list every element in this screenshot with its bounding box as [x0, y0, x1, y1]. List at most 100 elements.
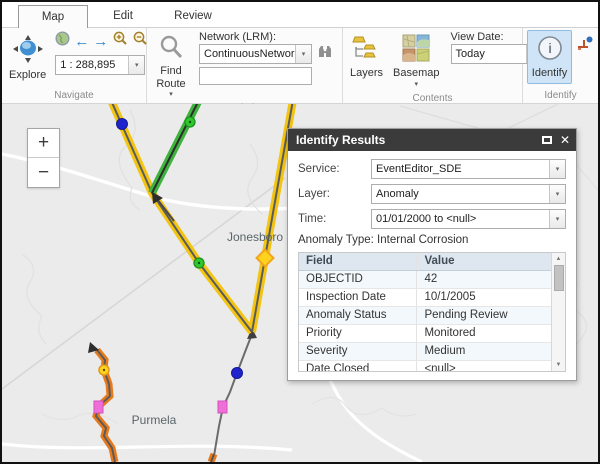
route-highlight-line[interactable] — [110, 104, 293, 332]
time-row: Time: 01/01/2000 to <null> ▾ — [298, 209, 566, 229]
map-zoom-in-button[interactable]: + — [28, 129, 59, 158]
table-row[interactable]: Anomaly Status Pending Review — [299, 307, 551, 325]
identify-results-title: Identify Results — [296, 133, 385, 147]
navigate-group-label: Navigate — [4, 89, 144, 103]
svg-text:i: i — [548, 40, 551, 56]
identify-i-icon: i — [536, 34, 564, 65]
field-cell: Inspection Date — [299, 289, 417, 306]
previous-extent-icon[interactable]: ← — [74, 34, 89, 49]
value-cell: Pending Review — [417, 307, 551, 324]
identify-results-titlebar[interactable]: Identify Results ✕ — [288, 129, 576, 151]
service-label: Service: — [298, 163, 371, 175]
ribbon-group-contents: Layers — [343, 28, 523, 103]
ribbon: Explore ← → — [2, 28, 598, 104]
map-scale-value: 1 : 288,895 — [56, 59, 128, 71]
table-row[interactable]: OBJECTID 42 — [299, 271, 551, 289]
full-extent-globe-icon[interactable] — [55, 31, 70, 51]
network-combobox[interactable]: ContinuousNetwork ▾ — [199, 44, 312, 64]
blue-point-marker[interactable] — [232, 368, 243, 379]
chevron-down-icon[interactable]: ▾ — [128, 56, 144, 74]
explore-button[interactable]: Explore — [4, 30, 51, 86]
ribbon-group-find: Find Route ▾ Network (LRM): ContinuousNe… — [147, 28, 343, 103]
tab-edit[interactable]: Edit — [88, 5, 158, 27]
value-cell: <null> — [417, 361, 551, 372]
tab-map[interactable]: Map — [18, 5, 88, 28]
chevron-down-icon: ▾ — [169, 91, 173, 98]
map-zoom-control: + − — [27, 128, 60, 188]
layer-value: Anomaly — [372, 188, 549, 200]
table-row[interactable]: Date Closed <null> — [299, 361, 551, 372]
maximize-icon[interactable] — [542, 136, 552, 144]
anomaly-type-text: Anomaly Type: Internal Corrosion — [298, 234, 566, 246]
ribbon-tabbar: Map Edit Review — [2, 2, 598, 28]
time-label: Time: — [298, 213, 371, 225]
table-row[interactable]: Severity Medium — [299, 343, 551, 361]
zoom-in-icon[interactable] — [112, 31, 128, 52]
attributes-table-header: Field Value — [299, 253, 551, 271]
zoom-out-icon[interactable] — [132, 31, 148, 52]
chevron-down-icon[interactable]: ▾ — [549, 210, 565, 228]
table-row[interactable]: Inspection Date 10/1/2005 — [299, 289, 551, 307]
yellow-point-marker[interactable] — [99, 365, 109, 375]
find-route-button[interactable]: Find Route ▾ — [149, 30, 193, 102]
pink-point-marker[interactable] — [94, 401, 103, 413]
field-column-header: Field — [299, 253, 417, 270]
blue-point-marker[interactable] — [117, 119, 128, 130]
map-scale-combobox[interactable]: 1 : 288,895 ▾ — [55, 55, 145, 75]
scroll-up-icon[interactable]: ▲ — [556, 253, 562, 265]
service-row: Service: EventEditor_SDE ▾ — [298, 159, 566, 179]
ribbon-group-identify: i Identify Identify — [523, 28, 598, 103]
green-point-marker[interactable] — [194, 258, 204, 268]
chevron-down-icon[interactable]: ▾ — [549, 185, 565, 203]
basemap-button[interactable]: Basemap ▾ — [388, 30, 444, 92]
service-combobox[interactable]: EventEditor_SDE ▾ — [371, 159, 566, 179]
scrollbar-thumb[interactable] — [554, 265, 564, 291]
chevron-down-icon[interactable]: ▾ — [295, 45, 311, 63]
explore-label: Explore — [9, 69, 46, 82]
field-cell: OBJECTID — [299, 271, 417, 288]
service-value: EventEditor_SDE — [372, 163, 549, 175]
town-label-jonesboro: Jonesboro — [227, 230, 283, 244]
table-scrollbar[interactable]: ▲ ▼ — [551, 253, 565, 371]
town-label-purmela: Purmela — [132, 413, 177, 427]
next-extent-icon[interactable]: → — [93, 34, 108, 49]
magnifier-icon — [158, 34, 184, 63]
attributes-table-body: OBJECTID 42 Inspection Date 10/1/2005 — [299, 271, 551, 372]
binoculars-icon[interactable] — [317, 45, 333, 64]
table-row[interactable]: Priority Monitored — [299, 325, 551, 343]
close-icon[interactable]: ✕ — [560, 134, 570, 146]
green-point-marker[interactable] — [185, 117, 195, 127]
layers-button[interactable]: Layers — [345, 30, 388, 84]
ribbon-group-navigate: Explore ← → — [2, 28, 147, 103]
layer-row: Layer: Anomaly ▾ — [298, 184, 566, 204]
scroll-down-icon[interactable]: ▼ — [556, 359, 562, 371]
layers-tree-icon — [352, 34, 382, 65]
gray-pipeline[interactable] — [211, 328, 257, 462]
view-date-value: Today — [452, 48, 526, 60]
layer-combobox[interactable]: Anomaly ▾ — [371, 184, 566, 204]
value-column-header: Value — [417, 253, 551, 270]
value-cell: Medium — [417, 343, 551, 360]
network-lrm-label: Network (LRM): — [199, 31, 333, 43]
route-input[interactable] — [199, 67, 312, 85]
chevron-down-icon: ▾ — [415, 81, 419, 88]
identify-results-panel: Identify Results ✕ Service: EventEditor_… — [287, 128, 577, 381]
find-route-label: Find Route — [154, 65, 188, 90]
identify-button[interactable]: i Identify — [527, 30, 572, 84]
field-cell: Priority — [299, 325, 417, 342]
tab-review[interactable]: Review — [158, 5, 228, 27]
field-cell: Anomaly Status — [299, 307, 417, 324]
explore-orb-icon — [12, 34, 44, 67]
pink-point-marker[interactable] — [218, 401, 227, 413]
chevron-down-icon[interactable]: ▾ — [549, 160, 565, 178]
time-combobox[interactable]: 01/01/2000 to <null> ▾ — [371, 209, 566, 229]
map-zoom-out-button[interactable]: − — [28, 158, 59, 187]
time-value: 01/01/2000 to <null> — [372, 213, 549, 225]
anomaly-diamond-marker[interactable] — [257, 250, 274, 267]
route-direction-arrow — [152, 192, 174, 221]
value-cell: 42 — [417, 271, 551, 288]
identify-route-locations-icon[interactable] — [576, 36, 594, 57]
layers-label: Layers — [350, 67, 383, 80]
map-canvas[interactable]: Jonesboro Purmela + − Identify Results ✕… — [2, 104, 598, 462]
app-window: Map Edit Review — [0, 0, 600, 464]
